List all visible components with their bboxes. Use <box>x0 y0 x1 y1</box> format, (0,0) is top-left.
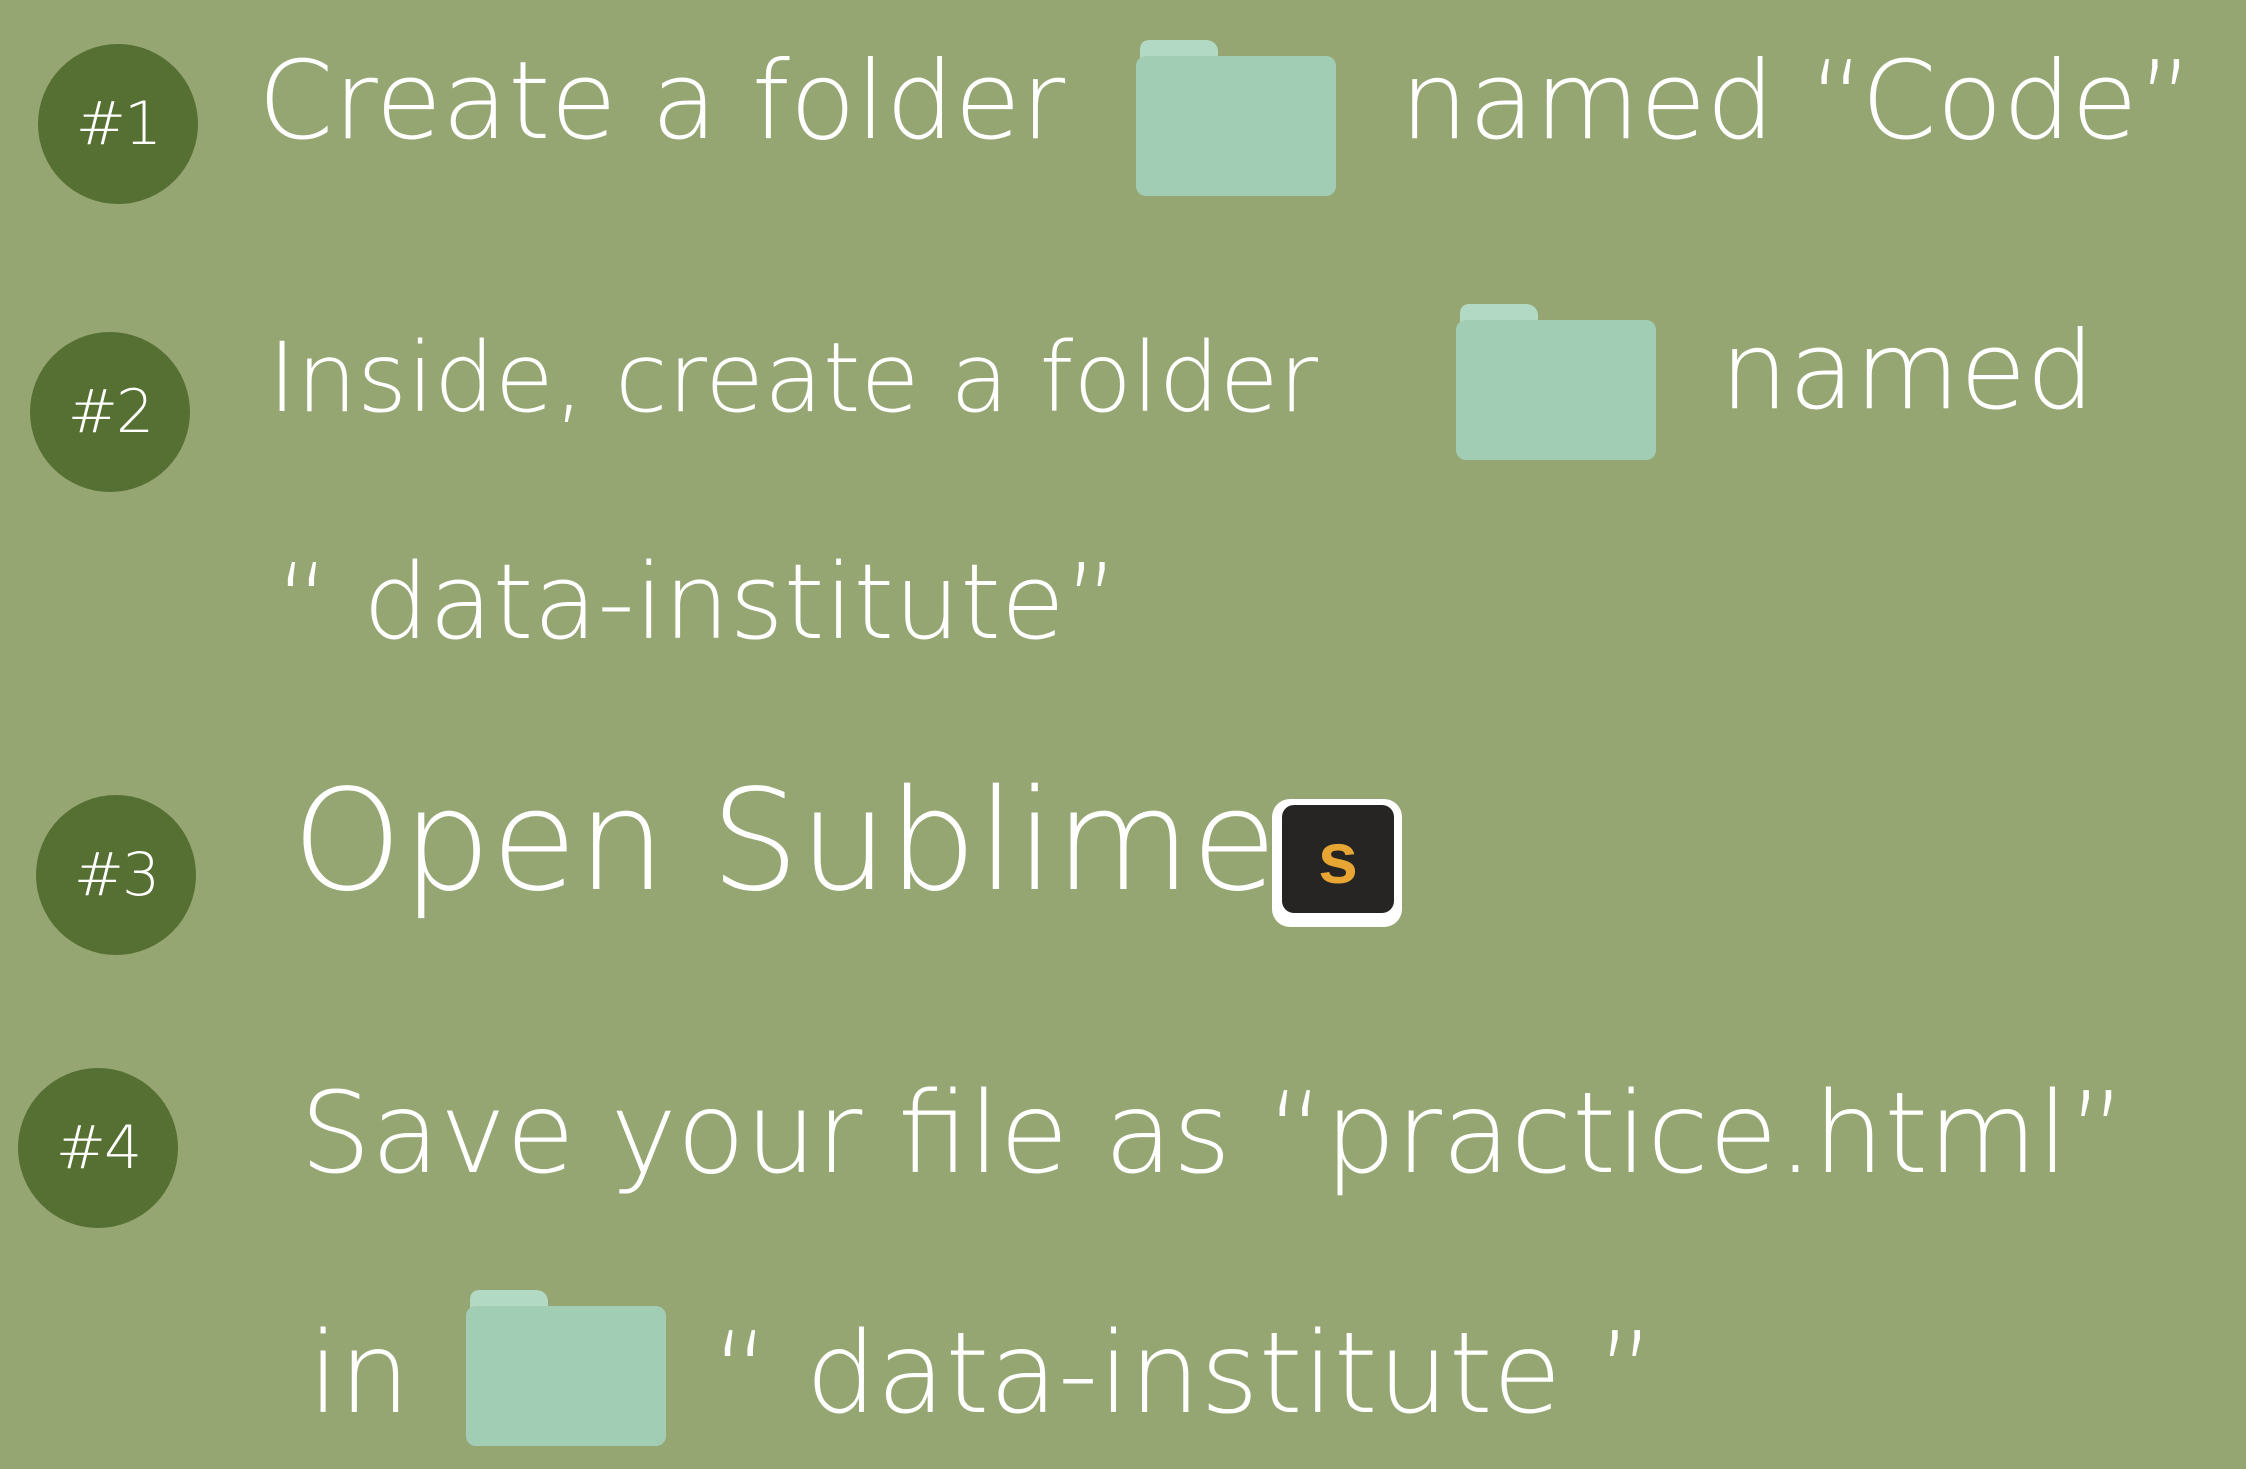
step-3-badge: #3 <box>36 795 196 955</box>
step-1-text-after: named “Code” <box>1400 39 2194 164</box>
folder-icon <box>1450 302 1660 462</box>
step-1-badge: #1 <box>38 44 198 204</box>
step-4-text: Save your file as “practice.html” <box>300 1069 2127 1199</box>
step-4-text-line2-before: in <box>308 1309 411 1439</box>
step-2-text-before: Inside, create a folder <box>268 322 1319 434</box>
step-2-badge: #2 <box>30 332 190 492</box>
folder-icon <box>460 1288 670 1448</box>
step-2-text-after: named <box>1720 309 2095 434</box>
step-2-text-line2: “ data-institute” <box>276 541 1119 663</box>
step-4-text-line2-after: “ data-institute ” <box>712 1309 1656 1439</box>
folder-icon <box>1130 38 1340 198</box>
sublime-text-icon: s <box>1268 795 1406 931</box>
step-3-text: Open Sublime <box>292 760 1278 923</box>
sublime-letter: s <box>1318 819 1358 899</box>
step-1-text-before: Create a folder <box>258 39 1066 164</box>
step-4-badge: #4 <box>18 1068 178 1228</box>
